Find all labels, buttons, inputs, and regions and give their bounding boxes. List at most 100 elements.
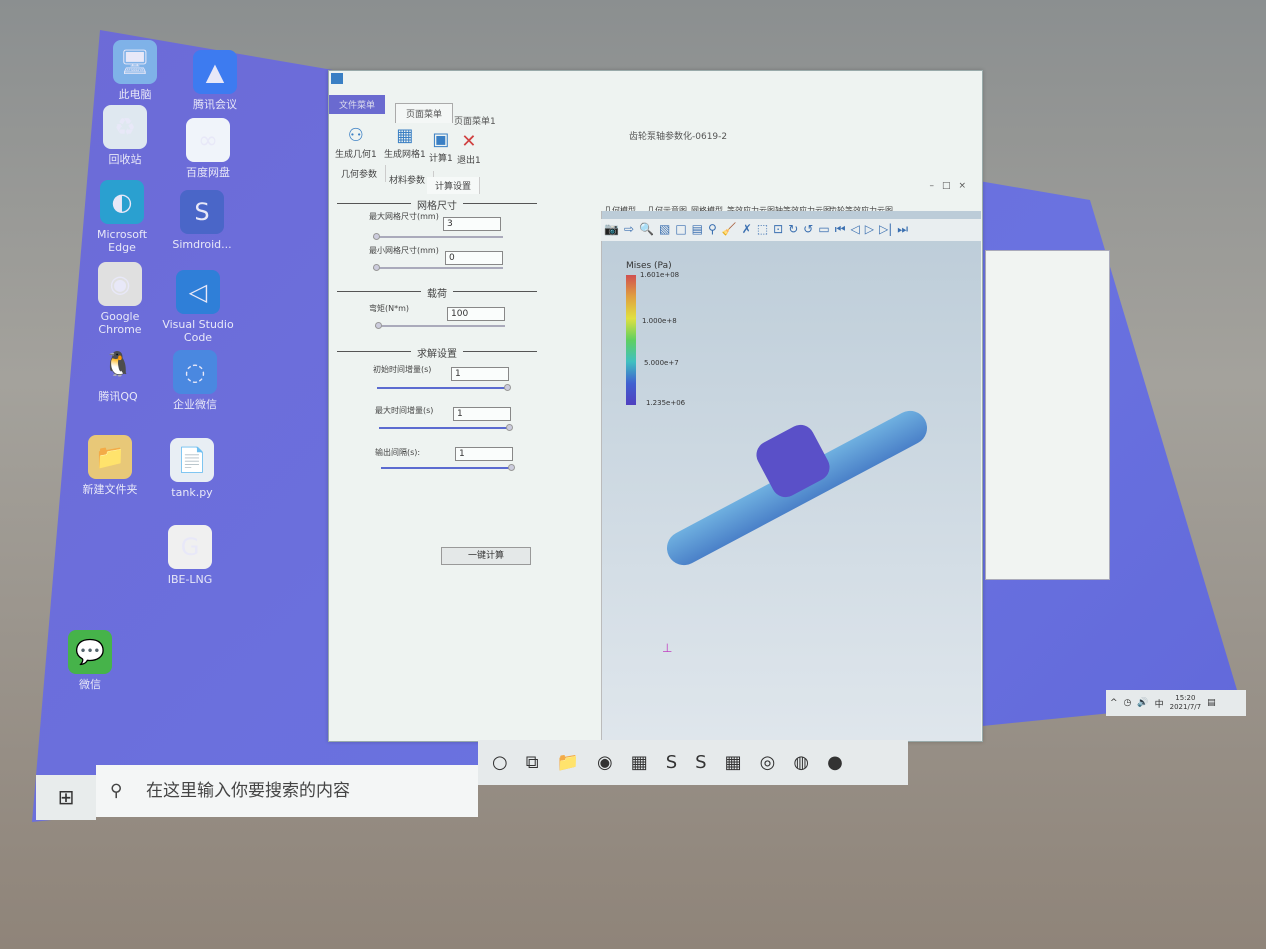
select-icon[interactable]: ▧ xyxy=(659,222,670,238)
initial-increment-slider[interactable] xyxy=(377,384,511,391)
max-increment-slider[interactable] xyxy=(379,424,513,431)
desktop-icon-label: IBE-LNG xyxy=(167,573,213,586)
box-icon[interactable]: □ xyxy=(675,222,686,238)
app-icon[interactable]: ◍ xyxy=(793,752,809,773)
app-icon: 🐧 xyxy=(103,349,133,378)
desktop-icon[interactable]: ∞ 百度网盘 xyxy=(168,118,248,179)
desktop-icon[interactable]: 🐧 腾讯QQ xyxy=(78,342,158,404)
desktop-icon[interactable]: 📁 新建文件夹 xyxy=(70,435,150,496)
rotate-icon[interactable]: ↻ xyxy=(788,222,798,238)
desktop-icon-label: Visual Studio Code xyxy=(162,318,234,344)
desktop-icon[interactable]: G IBE-LNG xyxy=(150,525,230,586)
run-all-button[interactable]: 一键计算 xyxy=(441,547,531,565)
first-frame-icon[interactable]: ⏮ xyxy=(835,222,846,238)
layers-icon[interactable]: ▤ xyxy=(692,222,703,238)
search-icon: ⚲ xyxy=(110,781,123,801)
exit-icon: ✕ xyxy=(461,131,477,152)
clock[interactable]: 15:20 2021/7/7 xyxy=(1170,694,1201,712)
app-icon: 📄 xyxy=(170,438,214,482)
desktop-icon-label: Simdroid... xyxy=(172,238,232,251)
ribbon-tab-file[interactable]: 文件菜单 xyxy=(329,95,386,114)
initial-increment-label: 初始时间增量(s) xyxy=(373,365,432,374)
fit-icon[interactable]: ⊡ xyxy=(773,222,783,238)
desktop-icon[interactable]: ◌ 企业微信 xyxy=(155,350,235,411)
tab-compute-settings[interactable]: 计算设置 xyxy=(427,177,481,194)
start-button[interactable]: ⊞ xyxy=(36,775,96,820)
desktop-icon[interactable]: 🖥 此电脑 xyxy=(95,40,175,101)
generate-geometry-button[interactable]: ⚇ 生成几何1 xyxy=(335,125,377,160)
compute-button[interactable]: ▣ 计算1 xyxy=(429,129,453,164)
window-controls[interactable]: –□× xyxy=(929,181,974,191)
tab-geometry-params[interactable]: 几何参数 xyxy=(333,165,387,182)
simdroid-icon[interactable]: S xyxy=(666,752,677,773)
desktop-icon[interactable]: ◉ Google Chrome xyxy=(80,262,160,336)
desktop-icon-label: 腾讯会议 xyxy=(193,98,237,111)
cortana-icon[interactable]: ○ xyxy=(492,752,508,773)
chrome-icon[interactable]: ◉ xyxy=(597,752,613,773)
window-title: 齿轮泵轴参数化-0619-2 xyxy=(629,132,728,142)
screenshot-icon[interactable]: 📷 xyxy=(604,222,619,238)
app-icon: ◁ xyxy=(176,270,220,314)
app-icon[interactable]: ▦ xyxy=(631,752,648,773)
generate-mesh-button[interactable]: ▦ 生成网格1 xyxy=(384,125,426,160)
app-icon[interactable]: ▦ xyxy=(725,752,742,773)
min-mesh-slider[interactable] xyxy=(373,264,503,271)
output-interval-slider[interactable] xyxy=(381,464,515,471)
next-frame-icon[interactable]: ▷| xyxy=(879,222,892,238)
desktop-icon[interactable]: ♻ 回收站 xyxy=(85,105,165,166)
legend-tick: 5.000e+7 xyxy=(644,359,679,367)
ribbon-tab-page1[interactable]: 页面菜单1 xyxy=(444,111,506,130)
network-icon[interactable]: ◷ xyxy=(1124,698,1132,708)
app-icon xyxy=(331,73,343,84)
app-icon[interactable]: ◎ xyxy=(760,752,776,773)
simdroid-icon[interactable]: S xyxy=(695,752,706,773)
powerpoint-icon[interactable]: ● xyxy=(827,752,843,773)
desktop-icon-label: Microsoft Edge xyxy=(96,228,148,254)
app-icon: 💬 xyxy=(68,630,112,674)
volume-icon[interactable]: 🔊 xyxy=(1137,698,1148,708)
taskbar-apps: ○ ⧉ 📁 ◉ ▦ S S ▦ ◎ ◍ ● xyxy=(478,740,908,785)
desktop-icon-label: 腾讯QQ xyxy=(98,390,138,403)
axis-triad-icon: ⊥ xyxy=(662,641,673,655)
desktop-icon[interactable]: ◐ Microsoft Edge xyxy=(82,180,162,254)
task-view-icon[interactable]: ⧉ xyxy=(526,752,539,773)
zoom-icon[interactable]: 🔍 xyxy=(639,222,654,238)
desktop-icon-label: 此电脑 xyxy=(118,88,152,101)
search-box[interactable]: ⚲ 在这里输入你要搜索的内容 xyxy=(96,765,478,817)
export-icon[interactable]: ⇨ xyxy=(624,222,634,238)
ime-indicator[interactable]: 中 xyxy=(1155,697,1164,710)
rotate-back-icon[interactable]: ↺ xyxy=(803,222,813,238)
legend-title: Mises (Pa) xyxy=(626,261,672,271)
desktop-icon[interactable]: S Simdroid... xyxy=(162,190,242,251)
initial-increment-input[interactable]: 1 xyxy=(451,367,509,381)
desktop-icon[interactable]: ▲ 腾讯会议 xyxy=(175,50,255,111)
moment-input[interactable]: 100 xyxy=(447,307,505,321)
min-mesh-input[interactable]: 0 xyxy=(445,251,503,265)
taskbar: ⊞ ⚲ 在这里输入你要搜索的内容 ○ ⧉ 📁 ◉ ▦ S S ▦ ◎ ◍ ● ^ ◷ 🔊 中 15:20 20… xyxy=(36,690,1246,820)
probe-icon[interactable]: ⚲ xyxy=(708,222,717,238)
desktop-icon[interactable]: ◁ Visual Studio Code xyxy=(158,270,238,344)
prev-frame-icon[interactable]: ◁ xyxy=(851,222,860,238)
max-increment-input[interactable]: 1 xyxy=(453,407,511,421)
3d-viewport[interactable]: Mises (Pa) 1.601e+08 1.000e+8 5.000e+7 1… xyxy=(601,211,981,741)
record-icon[interactable]: ▭ xyxy=(818,222,829,238)
desktop-icon[interactable]: 📄 tank.py xyxy=(152,438,232,499)
notification-icon[interactable]: ▤ xyxy=(1207,698,1216,708)
moment-slider[interactable] xyxy=(375,322,505,329)
desktop-icon[interactable]: 💬 微信 xyxy=(50,630,130,691)
chevron-up-icon[interactable]: ^ xyxy=(1110,698,1118,708)
last-frame-icon[interactable]: ⏭ xyxy=(897,222,908,238)
max-mesh-input[interactable]: 3 xyxy=(443,217,501,231)
desktop-icon-label: tank.py xyxy=(171,486,213,499)
app-icon: ◉ xyxy=(98,262,142,306)
explorer-icon[interactable]: 📁 xyxy=(557,752,579,773)
box-select-icon[interactable]: ⬚ xyxy=(757,222,768,238)
output-interval-input[interactable]: 1 xyxy=(455,447,513,461)
background-window xyxy=(985,250,1110,580)
clear-icon[interactable]: 🧹 xyxy=(722,222,737,238)
max-mesh-slider[interactable] xyxy=(373,233,503,240)
play-icon[interactable]: ▷ xyxy=(865,222,874,238)
delete-icon[interactable]: ✗ xyxy=(742,222,752,238)
app-icon: S xyxy=(180,190,224,234)
exit-button[interactable]: ✕ 退出1 xyxy=(457,131,481,166)
